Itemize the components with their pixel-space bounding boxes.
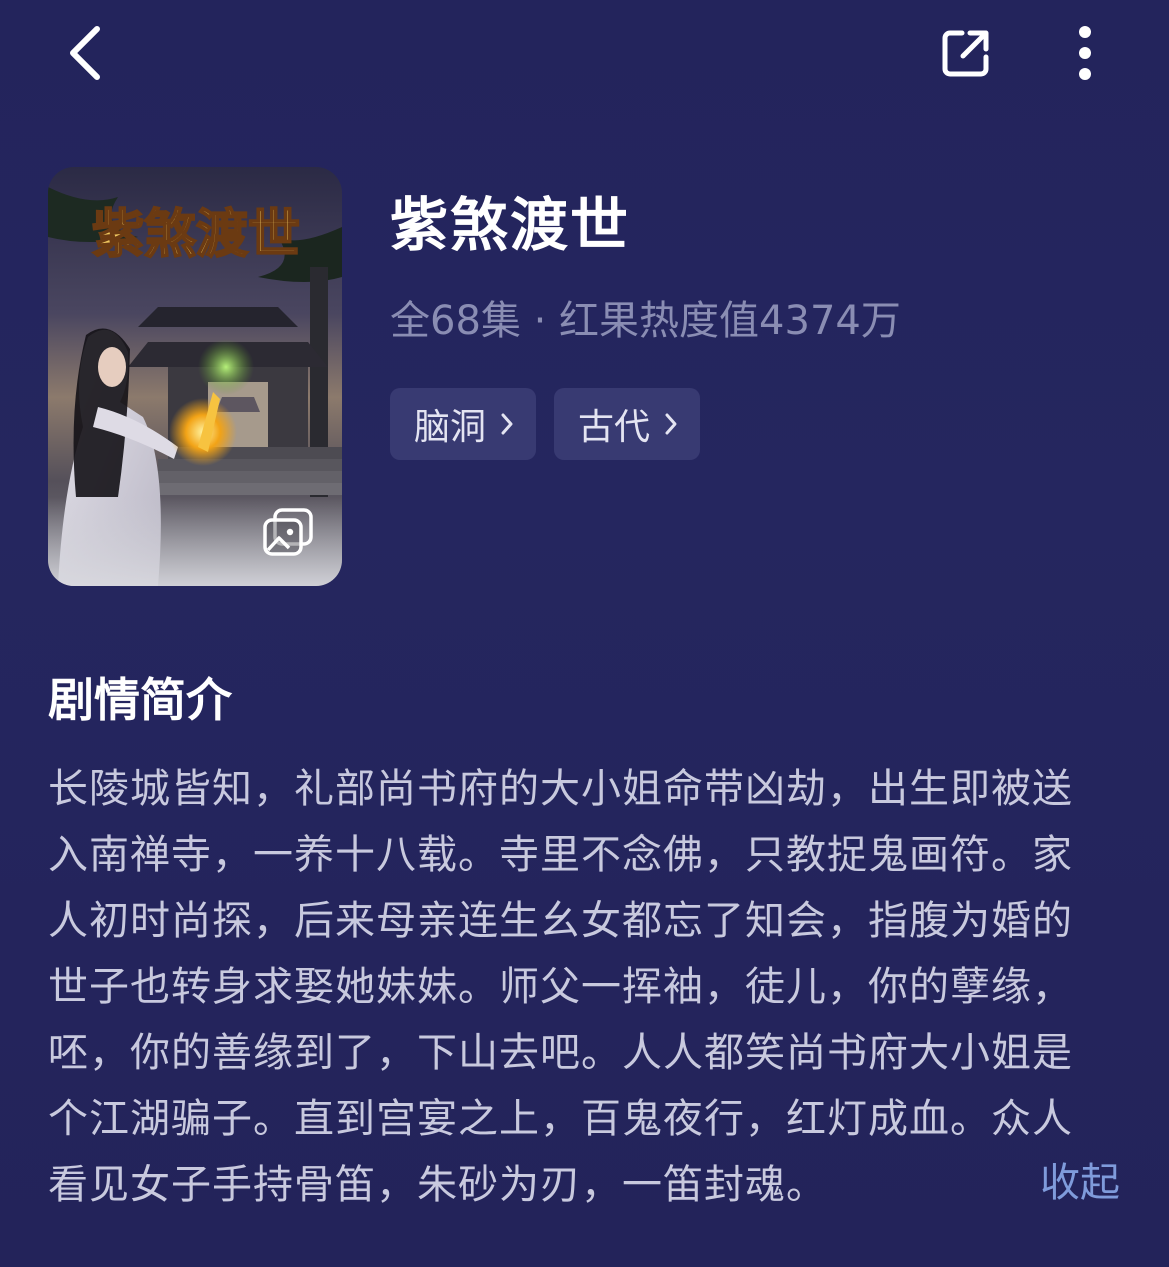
top-bar <box>0 0 1169 110</box>
synopsis-heading: 剧情简介 <box>48 673 232 727</box>
synopsis-line: 个江湖骗子。直到宫宴之上，百鬼夜行，红灯成血。众人 <box>48 1096 1073 1142</box>
back-button[interactable] <box>55 20 115 86</box>
tag-label: 脑洞 <box>414 407 487 448</box>
more-vertical-icon <box>1079 26 1091 80</box>
tag-list: 脑洞 古代 <box>390 388 701 460</box>
drama-title: 紫煞渡世 <box>390 191 631 259</box>
synopsis-line: 看见女子手持骨笛，朱砂为刃，一笛封魂。 <box>48 1162 827 1208</box>
synopsis-line: 长陵城皆知，礼部尚书府的大小姐命带凶劫，出生即被送 <box>48 766 1073 812</box>
gallery-badge[interactable] <box>258 506 318 562</box>
more-button[interactable] <box>1062 22 1108 84</box>
synopsis-line: 人初时尚探，后来母亲连生幺女都忘了知会，指腹为婚的 <box>48 898 1073 944</box>
chevron-left-icon <box>70 26 100 80</box>
drama-meta: 全68集 · 红果热度值4374万 <box>390 298 901 344</box>
cover-title-art: 紫煞渡世 <box>92 204 300 265</box>
share-button[interactable] <box>935 22 997 84</box>
collapse-button[interactable]: 收起 <box>1040 1150 1120 1208</box>
tag-gudai[interactable]: 古代 <box>554 388 701 460</box>
chevron-right-icon <box>500 412 514 436</box>
tag-label: 古代 <box>578 407 651 448</box>
synopsis-line: 入南禅寺，一养十八载。寺里不念佛，只教捉鬼画符。家 <box>48 832 1073 878</box>
synopsis-line: 世子也转身求娶她妹妹。师父一挥袖，徒儿，你的孽缘， <box>48 964 1073 1010</box>
tag-naodong[interactable]: 脑洞 <box>390 388 537 460</box>
share-icon <box>942 30 989 77</box>
synopsis-line: 呸，你的善缘到了，下山去吧。人人都笑尚书府大小姐是 <box>48 1030 1073 1076</box>
chevron-right-icon <box>664 412 678 436</box>
photo-gallery-icon <box>263 508 313 556</box>
synopsis-text: 长陵城皆知，礼部尚书府的大小姐命带凶劫，出生即被送 入南禅寺，一养十八载。寺里不… <box>48 756 1128 1218</box>
